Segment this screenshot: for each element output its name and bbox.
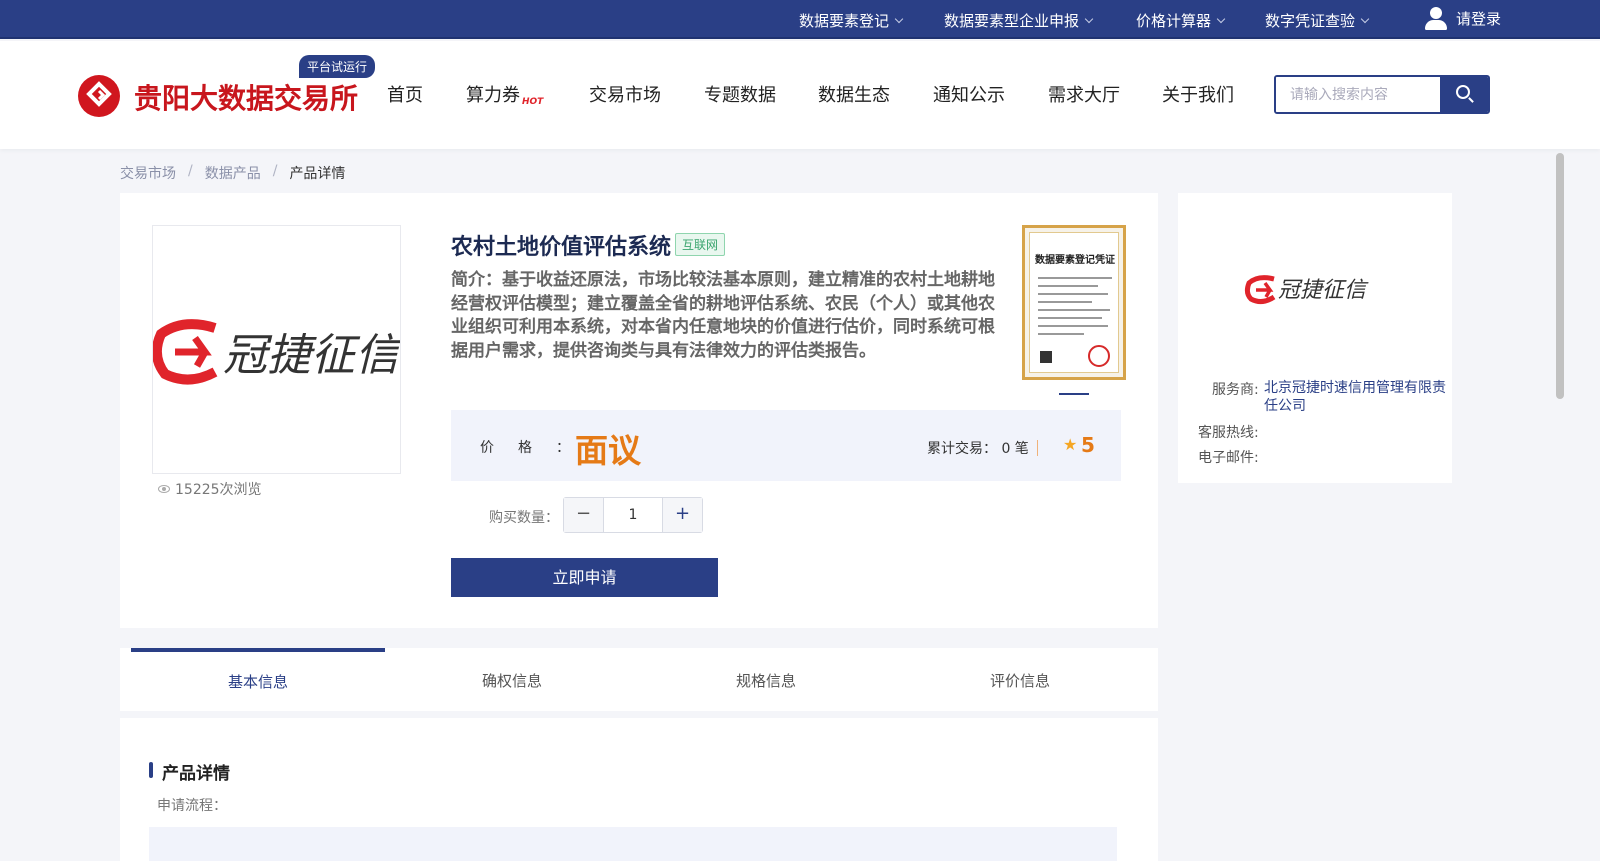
provider-logo: 冠捷征信	[1240, 217, 1387, 362]
view-count-text: 15225次浏览	[175, 482, 262, 498]
top-bar: 数据要素登记 数据要素型企业申报 价格计算器 数字凭证查验 请登录	[0, 0, 1600, 39]
link-label: 数据要素型企业申报	[944, 12, 1080, 30]
seal-icon	[1088, 345, 1110, 367]
certificate-title: 数据要素登记凭证	[1035, 255, 1115, 266]
quantity-input[interactable]	[604, 498, 662, 532]
chevron-down-icon	[894, 14, 904, 23]
trial-badge: 平台试运行	[299, 55, 376, 78]
nav-about-us[interactable]: 关于我们	[1162, 81, 1234, 107]
user-icon	[1424, 6, 1448, 30]
nav-label: 首页	[387, 85, 423, 106]
link-label: 价格计算器	[1136, 12, 1212, 30]
apply-flow-box	[149, 827, 1117, 861]
product-card: 冠捷征信 15225次浏览 农村土地价值评估系统 互联网 简介：基于收益还原法，…	[120, 193, 1158, 628]
search-button[interactable]	[1440, 77, 1488, 112]
qr-code-icon	[1040, 351, 1052, 363]
nav-enterprise-declaration[interactable]: 数据要素型企业申报	[944, 10, 1094, 31]
search-icon	[1456, 85, 1470, 99]
product-detail-section: 产品详情 申请流程：	[120, 718, 1158, 861]
increase-button[interactable]: +	[662, 498, 702, 532]
nav-label: 通知公示	[933, 85, 1005, 106]
divider	[1037, 440, 1038, 456]
trades-value: 0 笔	[1001, 441, 1029, 457]
quantity-stepper: − +	[563, 497, 703, 533]
tab-spec-info[interactable]: 规格信息	[639, 648, 893, 711]
chevron-down-icon	[1216, 14, 1226, 23]
nav-label: 交易市场	[589, 85, 661, 106]
main-header: 贵阳大数据交易所 平台试运行 首页 算力券 HOT 交易市场 专题数据 数据生态 …	[0, 41, 1600, 149]
brand-logo-text: 冠捷征信	[223, 330, 401, 381]
nav-certificate-check[interactable]: 数字凭证查验	[1265, 10, 1370, 31]
registration-certificate[interactable]: 数据要素登记凭证	[1022, 225, 1126, 380]
nav-label: 关于我们	[1162, 85, 1234, 106]
section-title: 产品详情	[149, 759, 230, 784]
link-label: 数据要素登记	[799, 12, 890, 30]
chevron-down-icon	[1084, 14, 1094, 23]
nav-data-ecosystem[interactable]: 数据生态	[818, 81, 890, 107]
breadcrumb-separator: /	[188, 163, 193, 179]
certificate-carousel-indicator[interactable]	[1059, 393, 1089, 395]
product-title: 农村土地价值评估系统	[451, 235, 672, 260]
rating-value: 5	[1081, 433, 1095, 457]
link-label: 数字凭证查验	[1265, 12, 1356, 30]
hotline-label: 客服热线:	[1198, 425, 1259, 441]
login-label: 请登录	[1456, 9, 1502, 28]
provider-logo-image: 冠捷征信	[153, 319, 401, 385]
product-intro: 简介：基于收益还原法，市场比较法基本原则，建立精准的农村土地耕地经营权评估模型；…	[451, 270, 995, 361]
apply-flow-label: 申请流程：	[157, 798, 227, 814]
tab-basic-info[interactable]: 基本信息	[131, 648, 385, 711]
category-tag: 互联网	[675, 233, 726, 256]
breadcrumb-separator: /	[272, 163, 278, 179]
service-label: 服务商:	[1212, 382, 1259, 398]
tab-ownership-info[interactable]: 确权信息	[385, 648, 639, 711]
breadcrumb-current: 产品详情	[289, 166, 346, 182]
nav-announcements[interactable]: 通知公示	[933, 81, 1005, 107]
breadcrumb: 交易市场 / 数据产品 / 产品详情	[120, 163, 345, 183]
breadcrumb-data-products[interactable]: 数据产品	[205, 163, 261, 183]
provider-logo-text: 冠捷征信	[1278, 278, 1369, 303]
login-button[interactable]: 请登录	[1424, 6, 1501, 30]
nav-demand-hall[interactable]: 需求大厅	[1048, 81, 1120, 107]
provider-card: 冠捷征信 服务商: 北京冠捷时速信用管理有限责任公司 客服热线: 电子邮件:	[1178, 193, 1452, 483]
email-label: 电子邮件:	[1198, 450, 1259, 466]
nav-price-calculator[interactable]: 价格计算器	[1136, 10, 1226, 31]
star-icon: ★	[1063, 435, 1078, 454]
provider-logo-image: 冠捷征信	[1244, 275, 1369, 305]
service-provider-link[interactable]: 北京冠捷时速信用管理有限责任公司	[1264, 379, 1449, 415]
nav-home[interactable]: 首页	[387, 81, 423, 107]
nav-label: 专题数据	[704, 85, 776, 106]
detail-tabs: 基本信息 确权信息 规格信息 评价信息	[120, 648, 1158, 711]
search-box	[1274, 75, 1490, 114]
nav-topic-data[interactable]: 专题数据	[704, 81, 776, 107]
nav-label: 算力券	[466, 85, 520, 106]
quantity-label: 购买数量：	[489, 510, 559, 526]
price-box: 价格： 面议 累计交易： 0 笔 ★ 5	[451, 410, 1121, 481]
nav-label: 需求大厅	[1048, 85, 1120, 106]
nav-compute-voucher[interactable]: 算力券 HOT	[466, 81, 543, 107]
apply-now-button[interactable]: 立即申请	[451, 558, 718, 597]
price-value: 面议	[575, 431, 641, 470]
scrollbar-thumb[interactable]	[1556, 153, 1564, 399]
product-image: 冠捷征信	[152, 225, 401, 474]
cumulative-trades: 累计交易： 0 笔	[927, 438, 1029, 458]
breadcrumb-trading-market[interactable]: 交易市场	[120, 163, 176, 183]
nav-label: 数据生态	[818, 85, 890, 106]
trades-label: 累计交易：	[927, 441, 997, 457]
brand-name[interactable]: 贵阳大数据交易所	[134, 77, 358, 117]
chevron-down-icon	[1360, 14, 1370, 23]
search-input[interactable]	[1276, 77, 1442, 112]
brand-logo-icon[interactable]	[78, 75, 120, 117]
eye-icon	[158, 485, 170, 493]
decrease-button[interactable]: −	[564, 498, 604, 532]
tab-review-info[interactable]: 评价信息	[893, 648, 1147, 711]
nav-trading-market[interactable]: 交易市场	[589, 81, 661, 107]
nav-data-element-registration[interactable]: 数据要素登记	[799, 10, 904, 31]
view-count: 15225次浏览	[158, 479, 262, 499]
hot-badge: HOT	[522, 97, 544, 107]
